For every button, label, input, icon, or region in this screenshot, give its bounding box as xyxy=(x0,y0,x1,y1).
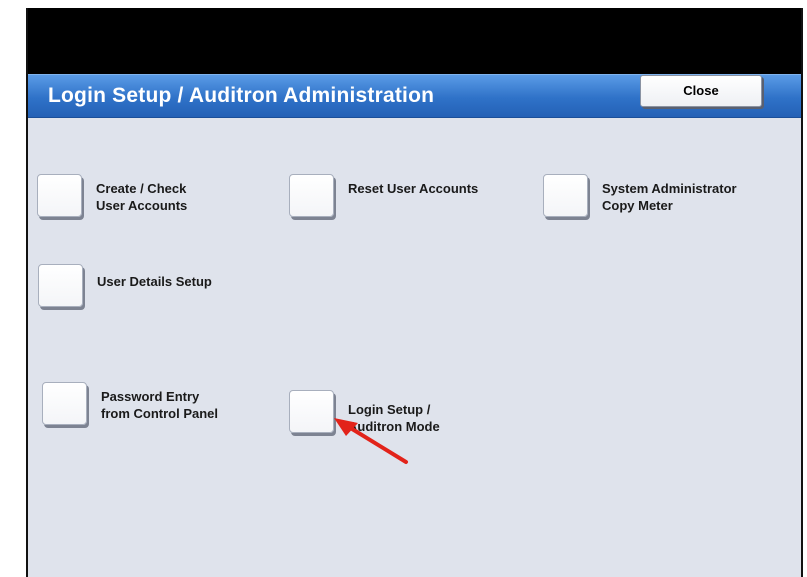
option-label: Create / Check User Accounts xyxy=(96,181,188,213)
option-label: User Details Setup xyxy=(97,274,212,289)
page-title: Login Setup / Auditron Administration xyxy=(48,84,435,107)
option-checkbox[interactable] xyxy=(38,264,83,307)
option-label: Reset User Accounts xyxy=(348,181,479,196)
option-checkbox[interactable] xyxy=(543,174,588,217)
top-black-bar xyxy=(28,8,801,74)
password-entry-from-control-panel-button[interactable]: Password Entry from Control Panel xyxy=(42,382,218,425)
option-checkbox[interactable] xyxy=(42,382,87,425)
option-checkbox[interactable] xyxy=(289,390,334,433)
user-details-setup-button[interactable]: User Details Setup xyxy=(38,264,212,307)
option-checkbox[interactable] xyxy=(37,174,82,217)
close-button[interactable]: Close xyxy=(640,75,762,107)
create-check-user-accounts-button[interactable]: Create / Check User Accounts xyxy=(37,174,187,217)
system-administrator-copy-meter-button[interactable]: System Administrator Copy Meter xyxy=(543,174,737,217)
option-label: System Administrator Copy Meter xyxy=(602,181,737,213)
reset-user-accounts-button[interactable]: Reset User Accounts xyxy=(289,174,478,217)
red-arrow-icon xyxy=(334,418,408,464)
option-label: Password Entry from Control Panel xyxy=(101,389,219,421)
option-checkbox[interactable] xyxy=(289,174,334,217)
